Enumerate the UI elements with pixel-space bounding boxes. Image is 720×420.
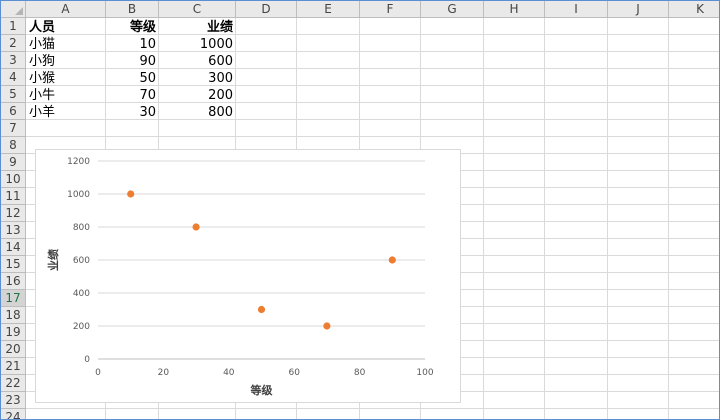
- column-gridline: [668, 18, 669, 419]
- column-header-c[interactable]: C: [159, 1, 236, 18]
- y-tick-label: 1200: [67, 157, 90, 167]
- row-header-10[interactable]: 10: [1, 171, 26, 188]
- row-header-7[interactable]: 7: [1, 120, 26, 137]
- column-gridline: [544, 18, 545, 419]
- x-tick-label: 0: [95, 368, 101, 378]
- column-header-i[interactable]: I: [545, 1, 608, 18]
- chart-canvas: 0 200 400 600 800 1000 1200 0 20 40 60 80 100 等级 业绩: [46, 157, 434, 397]
- row-header-9[interactable]: 9: [1, 154, 26, 171]
- row-header-15[interactable]: 15: [1, 256, 26, 273]
- y-tick-label: 200: [73, 322, 90, 332]
- row-header-17[interactable]: 17: [1, 290, 26, 307]
- row-header-19[interactable]: 19: [1, 324, 26, 341]
- column-header-k[interactable]: K: [669, 1, 719, 18]
- y-tick-label: 400: [73, 289, 90, 299]
- cell-level[interactable]: 90: [106, 53, 159, 70]
- row-header-18[interactable]: 18: [1, 307, 26, 324]
- column-gridline: [483, 18, 484, 419]
- row-header-23[interactable]: 23: [1, 392, 26, 409]
- header-cell-level[interactable]: 等级: [106, 19, 159, 36]
- data-point: [192, 223, 200, 231]
- cell-score[interactable]: 600: [159, 53, 236, 70]
- cell-score[interactable]: 300: [159, 70, 236, 87]
- cell-name[interactable]: 小狗: [26, 53, 106, 70]
- row-header-13[interactable]: 13: [1, 222, 26, 239]
- y-tick-label: 0: [84, 355, 90, 365]
- header-cell-score[interactable]: 业绩: [159, 19, 236, 36]
- row-header-3[interactable]: 3: [1, 52, 26, 69]
- row-header-24[interactable]: 24: [1, 409, 26, 419]
- row-gridline: [26, 136, 719, 137]
- cell-level[interactable]: 50: [106, 70, 159, 87]
- column-header-a[interactable]: A: [26, 1, 106, 18]
- x-tick-label: 40: [223, 368, 235, 378]
- row-header-4[interactable]: 4: [1, 69, 26, 86]
- row-header-11[interactable]: 11: [1, 188, 26, 205]
- row-header-12[interactable]: 12: [1, 205, 26, 222]
- cell-score[interactable]: 1000: [159, 36, 236, 53]
- cell-name[interactable]: 小猴: [26, 70, 106, 87]
- cell-level[interactable]: 30: [106, 104, 159, 121]
- cell-level[interactable]: 10: [106, 36, 159, 53]
- column-header-j[interactable]: J: [608, 1, 669, 18]
- row-header-21[interactable]: 21: [1, 358, 26, 375]
- cell-name[interactable]: 小猫: [26, 36, 106, 53]
- column-header-h[interactable]: H: [484, 1, 545, 18]
- x-tick-label: 20: [158, 368, 170, 378]
- row-header-2[interactable]: 2: [1, 35, 26, 52]
- row-header-16[interactable]: 16: [1, 273, 26, 290]
- row-gridline: [26, 408, 719, 409]
- data-point: [323, 322, 331, 330]
- x-tick-label: 100: [416, 368, 433, 378]
- scatter-chart[interactable]: 0 200 400 600 800 1000 1200 0 20 40 60 80 100 等级 业绩: [35, 149, 461, 403]
- row-header-6[interactable]: 6: [1, 103, 26, 120]
- row-header-5[interactable]: 5: [1, 86, 26, 103]
- data-point: [257, 305, 266, 314]
- cell-level[interactable]: 70: [106, 87, 159, 104]
- column-header-d[interactable]: D: [236, 1, 297, 18]
- row-header-8[interactable]: 8: [1, 137, 26, 154]
- cell-name[interactable]: 小羊: [26, 104, 106, 121]
- y-tick-label: 1000: [67, 190, 90, 200]
- cell-name[interactable]: 小牛: [26, 87, 106, 104]
- column-header-b[interactable]: B: [106, 1, 159, 18]
- row-header-14[interactable]: 14: [1, 239, 26, 256]
- x-axis-title: 等级: [250, 383, 274, 397]
- select-all-corner[interactable]: [1, 1, 26, 18]
- column-header-f[interactable]: F: [360, 1, 421, 18]
- y-tick-label: 600: [73, 256, 90, 266]
- column-gridline: [607, 18, 608, 419]
- y-tick-label: 800: [73, 223, 90, 233]
- cell-score[interactable]: 200: [159, 87, 236, 104]
- cell-score[interactable]: 800: [159, 104, 236, 121]
- spreadsheet[interactable]: ABCDEFGHIJK 1 2 3 4 5 6 7 8 9 10 11 12 13 14 15 16 17 18 1…: [0, 0, 720, 420]
- x-tick-label: 80: [354, 368, 366, 378]
- header-cell-person[interactable]: 人员: [26, 19, 106, 36]
- row-header-1[interactable]: 1: [1, 18, 26, 35]
- data-point: [388, 256, 396, 264]
- x-tick-label: 60: [288, 368, 300, 378]
- data-point: [127, 190, 135, 198]
- column-header-e[interactable]: E: [297, 1, 360, 18]
- row-header-22[interactable]: 22: [1, 375, 26, 392]
- row-header-20[interactable]: 20: [1, 341, 26, 358]
- y-axis-title: 业绩: [46, 249, 60, 271]
- column-header-g[interactable]: G: [421, 1, 484, 18]
